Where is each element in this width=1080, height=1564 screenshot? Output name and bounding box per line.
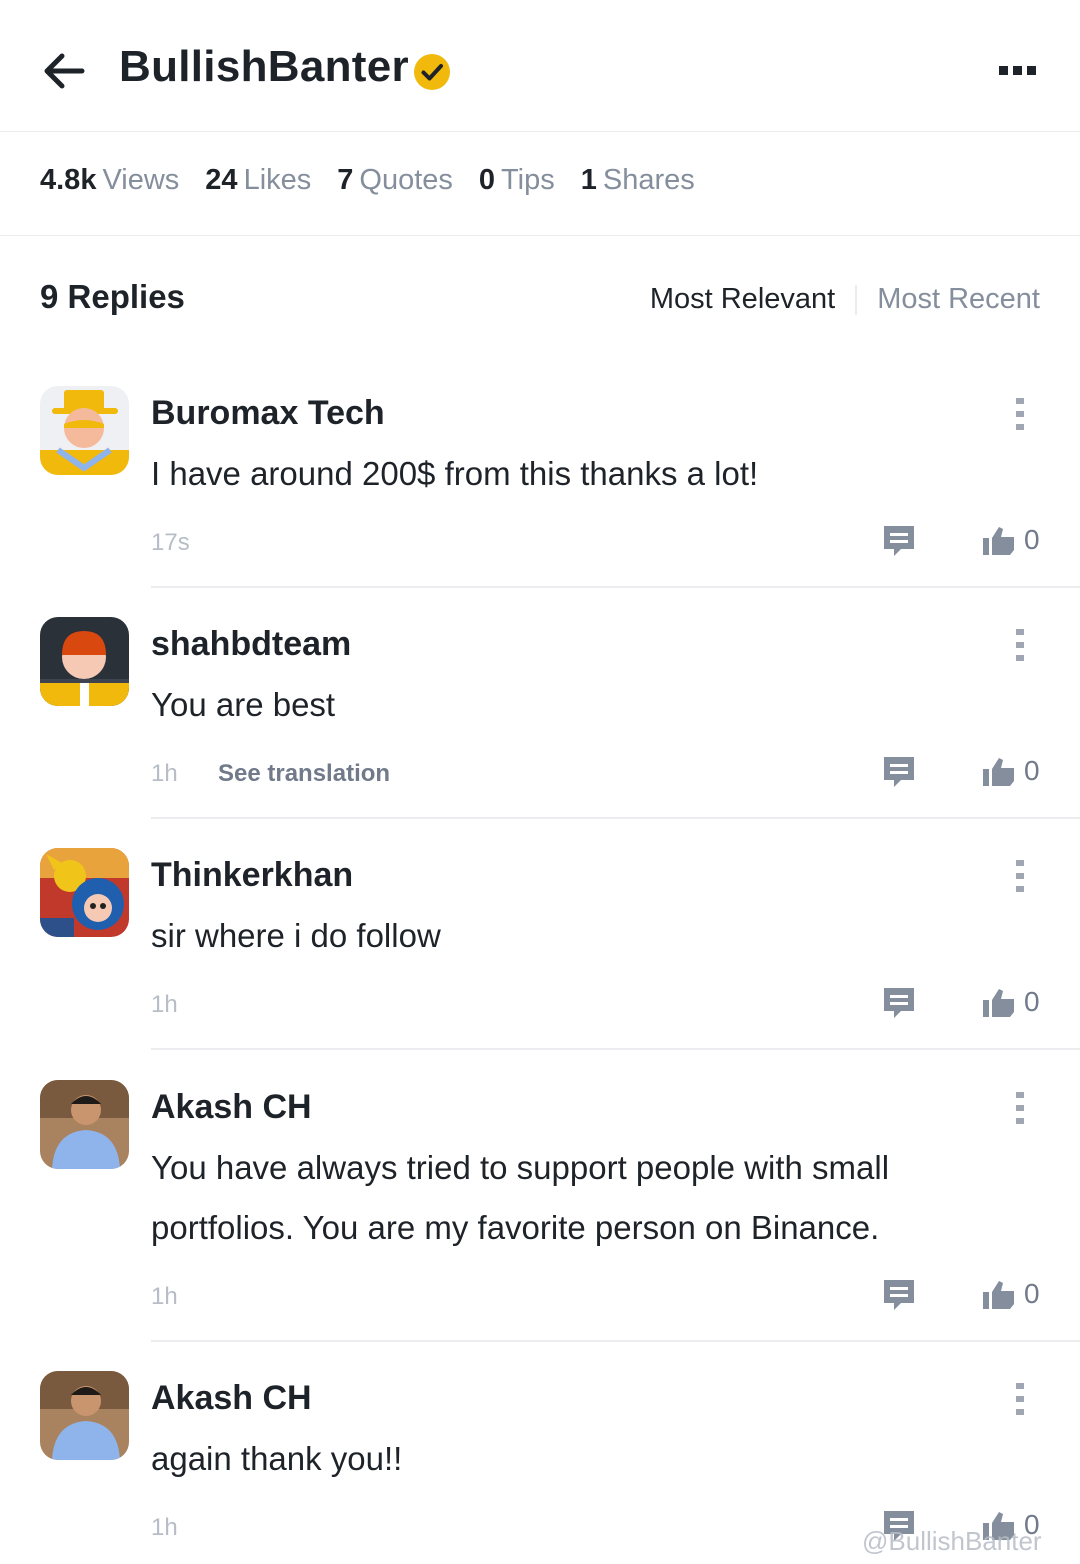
reply-username[interactable]: Akash CH <box>151 1379 312 1418</box>
more-vertical-icon[interactable] <box>1014 1091 1026 1125</box>
avatar[interactable] <box>40 617 129 706</box>
like-count: 0 <box>1024 755 1040 786</box>
stat-shares[interactable]: 1 Shares <box>581 164 695 200</box>
stat-quotes[interactable]: 7 Quotes <box>337 164 453 200</box>
more-horizontal-icon[interactable] <box>996 62 1040 80</box>
divider <box>151 1340 1080 1342</box>
like-count: 0 <box>1024 524 1040 555</box>
comment-icon[interactable] <box>883 987 915 1021</box>
replies-count-title: 9 Replies <box>40 278 185 315</box>
page-title: BullishBanter <box>119 42 409 91</box>
reply-text: again thank you!! <box>151 1440 403 1477</box>
avatar[interactable] <box>40 386 129 475</box>
reply-time: 1h <box>151 1514 178 1541</box>
top-bar: BullishBanter <box>0 0 1080 132</box>
stat-views[interactable]: 4.8k Views <box>40 164 179 200</box>
post-stats: 4.8k Views 24 Likes 7 Quotes 0 Tips 1 Shares <box>40 164 695 200</box>
arrow-left-icon[interactable] <box>40 50 86 92</box>
stat-likes[interactable]: 24 Likes <box>205 164 311 200</box>
reply-time: 17s <box>151 529 190 556</box>
sort-most-recent[interactable]: Most Recent <box>877 283 1040 316</box>
reply-username[interactable]: Akash CH <box>151 1088 312 1127</box>
divider <box>151 1048 1080 1050</box>
thumbs-up-icon[interactable] <box>982 757 1016 787</box>
reply-text: sir where i do follow <box>151 917 441 954</box>
thumbs-up-icon[interactable] <box>982 526 1016 556</box>
reply-text: You are best <box>151 686 336 723</box>
divider <box>0 235 1080 236</box>
thumbs-up-icon[interactable] <box>982 1280 1016 1310</box>
reply-time: 1h <box>151 1283 178 1310</box>
like-count: 0 <box>1024 1278 1040 1309</box>
reply-time: 1h <box>151 991 178 1018</box>
avatar[interactable] <box>40 1371 129 1460</box>
sort-tabs: Most Relevant Most Recent <box>650 283 1040 316</box>
more-vertical-icon[interactable] <box>1014 397 1026 431</box>
comment-icon[interactable] <box>883 525 915 559</box>
divider <box>151 817 1080 819</box>
reply-text: I have around 200$ from this thanks a lo… <box>151 455 759 492</box>
comment-icon[interactable] <box>883 1279 915 1313</box>
reply-time: 1h <box>151 760 178 787</box>
divider <box>855 284 858 315</box>
reply-username[interactable]: shahbdteam <box>151 625 351 664</box>
avatar[interactable] <box>40 848 129 937</box>
like-count: 0 <box>1024 986 1040 1017</box>
reply-username[interactable]: Thinkerkhan <box>151 856 353 895</box>
reply-text: You have always tried to support people … <box>151 1149 890 1246</box>
more-vertical-icon[interactable] <box>1014 1382 1026 1416</box>
watermark: @BullishBanter <box>862 1526 1042 1556</box>
verified-badge-icon <box>414 54 450 90</box>
more-vertical-icon[interactable] <box>1014 628 1026 662</box>
reply-username[interactable]: Buromax Tech <box>151 394 385 433</box>
avatar[interactable] <box>40 1080 129 1169</box>
stat-tips[interactable]: 0 Tips <box>479 164 555 200</box>
more-vertical-icon[interactable] <box>1014 859 1026 893</box>
see-translation-link[interactable]: See translation <box>218 760 390 788</box>
comment-icon[interactable] <box>883 756 915 790</box>
sort-most-relevant[interactable]: Most Relevant <box>650 283 835 316</box>
divider <box>151 586 1080 588</box>
thumbs-up-icon[interactable] <box>982 988 1016 1018</box>
